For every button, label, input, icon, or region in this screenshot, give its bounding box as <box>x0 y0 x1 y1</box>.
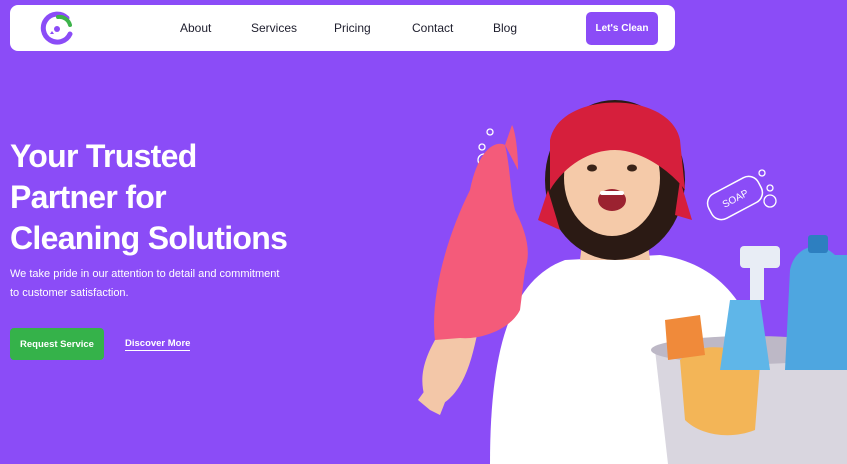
soap-doodle: SOAP <box>706 175 764 221</box>
logo-icon[interactable] <box>40 10 76 46</box>
nav-link-services[interactable]: Services <box>251 21 297 35</box>
discover-more-link[interactable]: Discover More <box>125 338 191 351</box>
hero-title: Your Trusted Partner for Cleaning Soluti… <box>10 136 310 259</box>
nav-link-contact[interactable]: Contact <box>412 21 453 35</box>
nav-link-pricing[interactable]: Pricing <box>334 21 371 35</box>
hero-title-line-3: Cleaning Solutions <box>10 220 288 256</box>
lets-clean-button[interactable]: Let's Clean <box>586 12 658 45</box>
top-navigation: About Services Pricing Contact Blog Let'… <box>10 5 675 51</box>
hero-subtitle: We take pride in our attention to detail… <box>10 268 280 299</box>
hero-title-line-2: Partner for <box>10 179 167 215</box>
request-service-button[interactable]: Request Service <box>10 328 104 360</box>
nav-link-blog[interactable]: Blog <box>493 21 517 35</box>
nav-link-about[interactable]: About <box>180 21 211 35</box>
hero-title-line-1: Your Trusted <box>10 138 197 174</box>
cleaning-woman-illustration: SOAP <box>418 100 847 464</box>
